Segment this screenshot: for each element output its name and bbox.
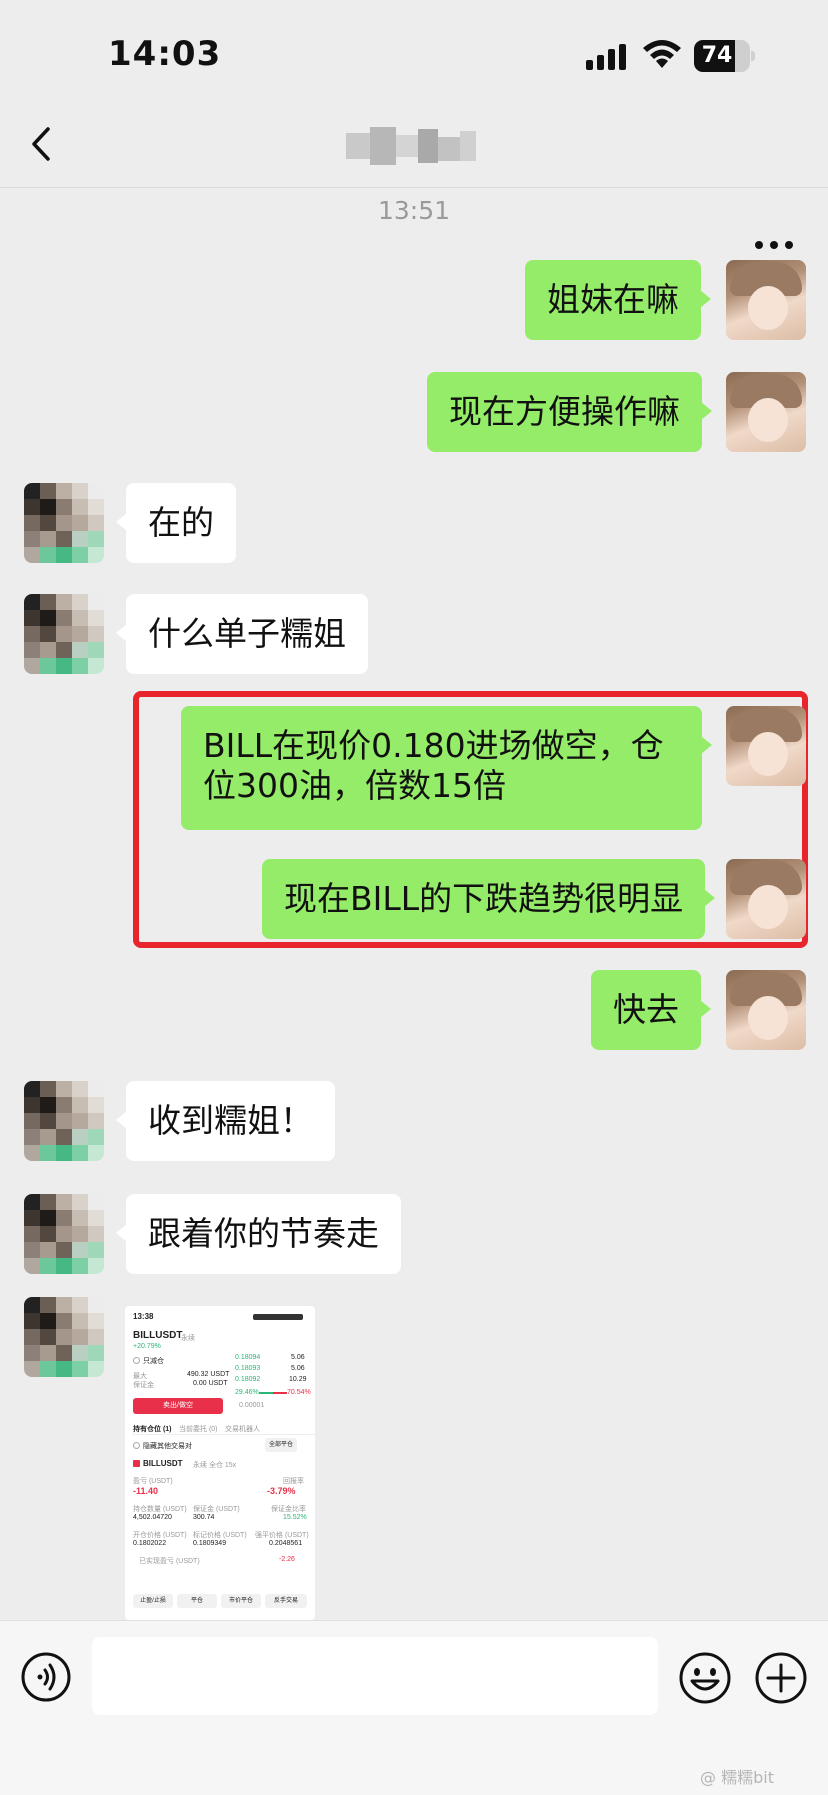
contact-avatar[interactable] <box>24 1081 104 1161</box>
shot-action-button: 反手交易 <box>265 1594 307 1608</box>
shot-short-badge-icon <box>133 1460 140 1467</box>
shot-pair: BILLUSDT <box>133 1330 183 1341</box>
shot-ask-pct: 70.54% <box>287 1389 311 1396</box>
my-avatar[interactable] <box>726 372 806 452</box>
message-bubble-received[interactable]: 什么单子糯姐 <box>116 594 368 674</box>
image-message-trade-screenshot[interactable]: 13:38 BILLUSDT 永续 +20.79% 只减仓 最大 490.32 … <box>125 1306 315 1620</box>
cellular-signal-icon <box>586 44 626 70</box>
voice-icon[interactable] <box>20 1651 72 1703</box>
shot-position-tags: 永续 全仓 15x <box>193 1462 237 1469</box>
shot-tab: 当前委托 (0) <box>179 1426 218 1433</box>
shot-depth-bar <box>259 1392 273 1394</box>
message-bubble-sent[interactable]: 现在BILL的下跌趋势很明显 <box>262 859 716 939</box>
contact-avatar[interactable] <box>24 594 104 674</box>
shot-sell-short-button: 卖出/做空 <box>133 1398 223 1414</box>
shot-position-pair: BILLUSDT <box>143 1459 183 1468</box>
shot-contract-tag: 永续 <box>181 1335 195 1342</box>
shot-margin2-label: 保证金 (USDT) <box>193 1506 240 1513</box>
battery-level: 74 <box>701 43 733 68</box>
shot-size-value: 4,502.04720 <box>133 1514 172 1521</box>
my-avatar[interactable] <box>726 260 806 340</box>
shot-pnl-label: 盈亏 (USDT) <box>133 1478 173 1485</box>
emoji-icon[interactable] <box>678 1651 732 1705</box>
shot-bid-pct: 29.46% <box>235 1389 259 1396</box>
shot-book-price: 0.18092 <box>235 1376 261 1383</box>
shot-book-qty: 5.06 <box>291 1365 305 1372</box>
shot-only-reduce: 只减仓 <box>143 1358 164 1365</box>
message-bubble-received[interactable]: 跟着你的节奏走 <box>116 1194 401 1274</box>
shot-tab: 交易机器人 <box>225 1426 260 1433</box>
message-timestamp: 13:51 <box>377 196 451 225</box>
shot-margin-label: 保证金 <box>133 1382 154 1389</box>
shot-entry-label: 开仓价格 (USDT) <box>133 1532 187 1539</box>
my-avatar[interactable] <box>726 970 806 1050</box>
shot-close-all: 全部平仓 <box>265 1438 297 1452</box>
shot-checkbox-icon <box>133 1442 140 1449</box>
my-avatar[interactable] <box>726 859 806 939</box>
shot-change: +20.79% <box>133 1343 161 1350</box>
shot-roi-label: 回报率 <box>283 1478 304 1485</box>
shot-margin2-value: 300.74 <box>193 1514 215 1521</box>
status-bar: 14:03 74 <box>0 0 828 100</box>
shot-mark-label: 标记价格 (USDT) <box>193 1532 247 1539</box>
battery-icon: 74 <box>694 40 756 72</box>
shot-realized-label: 已实现盈亏 (USDT) <box>139 1558 200 1565</box>
message-bubble-sent[interactable]: 现在方便操作嘛 <box>427 372 712 452</box>
plus-icon[interactable] <box>754 1651 808 1705</box>
contact-avatar[interactable] <box>24 483 104 563</box>
contact-avatar[interactable] <box>24 1194 104 1274</box>
shot-action-button: 市价平仓 <box>221 1594 261 1608</box>
shot-pnl-value: -11.40 <box>133 1486 159 1496</box>
shot-book-price: 0.18094 <box>235 1354 261 1361</box>
shot-checkbox-icon <box>133 1357 140 1364</box>
shot-tick: 0.00001 <box>239 1402 265 1409</box>
shot-roi-value: -3.79% <box>267 1486 296 1496</box>
shot-action-button: 止盈/止损 <box>133 1594 173 1608</box>
shot-liq-value: 0.2048561 <box>269 1540 303 1547</box>
chevron-left-icon[interactable] <box>26 126 56 162</box>
shot-max-value: 490.32 USDT <box>187 1371 230 1378</box>
my-avatar[interactable] <box>726 706 806 786</box>
shot-margin-ratio-label: 保证金比率 <box>271 1506 306 1513</box>
message-bubble-sent[interactable]: 快去 <box>591 970 711 1050</box>
shot-mark-value: 0.1809349 <box>193 1540 227 1547</box>
shot-depth-bar <box>273 1392 287 1394</box>
shot-book-qty: 5.06 <box>291 1354 305 1361</box>
wifi-icon <box>643 40 681 68</box>
shot-realized-value: -2.26 <box>279 1556 295 1563</box>
shot-margin-ratio-value: 15.52% <box>283 1514 307 1521</box>
contact-avatar[interactable] <box>24 1297 104 1377</box>
shot-liq-label: 强平价格 (USDT) <box>255 1532 309 1539</box>
shot-action-button: 平仓 <box>177 1594 217 1608</box>
shot-book-price: 0.18093 <box>235 1365 261 1372</box>
message-bubble-received[interactable]: 在的 <box>116 483 236 563</box>
message-bubble-received[interactable]: 收到糯姐！ <box>116 1081 335 1161</box>
shot-tab: 持有仓位 (1) <box>133 1426 172 1433</box>
shot-time: 13:38 <box>133 1312 154 1321</box>
message-input[interactable] <box>92 1637 658 1715</box>
shot-hide-other: 隐藏其他交易对 <box>143 1443 192 1450</box>
shot-margin-value: 0.00 USDT <box>193 1380 228 1387</box>
shot-book-qty: 10.29 <box>289 1376 307 1383</box>
message-bubble-sent[interactable]: BILL在现价0.180进场做空，仓位300油，倍数15倍 <box>181 706 712 830</box>
watermark: @ 糯糯bit <box>700 1768 774 1787</box>
shot-status-icons <box>253 1314 303 1320</box>
chat-title <box>346 127 476 167</box>
more-dots-icon[interactable] <box>754 240 794 250</box>
shot-entry-value: 0.1802022 <box>133 1540 167 1547</box>
status-time: 14:03 <box>108 34 222 74</box>
shot-size-label: 持仓数量 (USDT) <box>133 1506 187 1513</box>
message-bubble-sent[interactable]: 姐妹在嘛 <box>525 260 711 340</box>
